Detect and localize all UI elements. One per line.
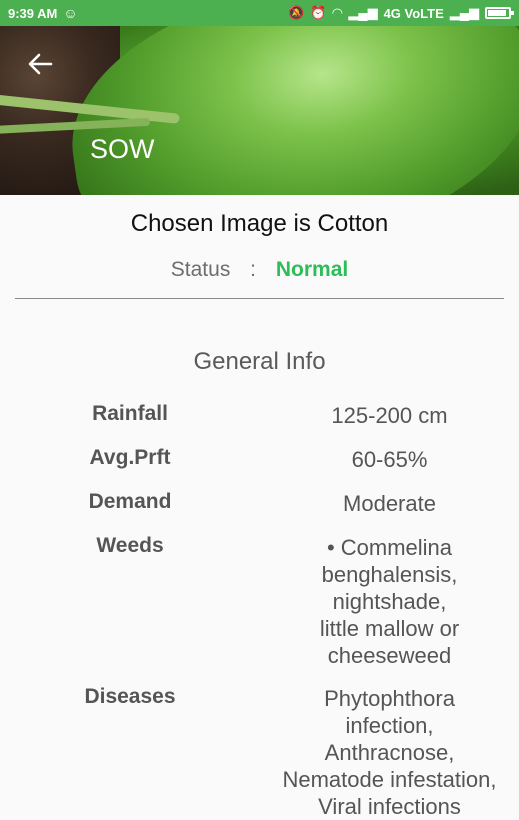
info-value-line: cheeseweed [327, 643, 452, 668]
wifi-icon: ◠ [332, 5, 343, 20]
alarm-icon: ⏰ [310, 5, 327, 20]
status-time: 9:39 AM [8, 5, 58, 21]
info-label: Avg.Prft [89, 446, 171, 469]
battery-icon [485, 7, 514, 19]
divider [15, 298, 504, 299]
info-value-line: Viral infections [318, 794, 461, 819]
info-value-line: nightshade, [332, 589, 447, 614]
header-image: SOW [0, 26, 519, 195]
status-value: Normal [275, 258, 349, 281]
arrow-left-icon [28, 53, 53, 75]
info-value-line: benghalensis, [321, 562, 458, 587]
info-value: • Commelina benghalensis, nightshade, li… [260, 534, 519, 669]
signal-icon: ▂▄▆ [348, 5, 378, 20]
status-label: Status [170, 258, 231, 281]
info-value-line: • Commelina [326, 535, 453, 560]
status-bar: 9:39 AM ☺ 🔕 ⏰ ◠ ▂▄▆ 4G VoLTE ▂▄▆ [0, 0, 519, 26]
signal-icon-2: ▂▄▆ [449, 5, 479, 20]
info-value-line: Phytophthora [324, 686, 455, 711]
back-button[interactable] [22, 48, 58, 80]
info-label: Weeds [96, 534, 164, 557]
info-value: Phytophthora infection, Anthracnose, Nem… [260, 685, 519, 820]
info-label: Demand [88, 490, 172, 513]
info-value-line: Nematode infestation, [282, 767, 497, 792]
notification-app-icon: ☺ [63, 5, 78, 21]
info-value-line: Anthracnose, [324, 740, 455, 765]
status-row: Status : Normal [0, 258, 519, 282]
info-value: 60-65% [351, 447, 428, 472]
info-value: 125-200 cm [331, 403, 448, 428]
info-value-line: little mallow or [319, 616, 460, 641]
general-info-heading: General Info [193, 348, 326, 375]
info-value-line: infection, [345, 713, 434, 738]
info-value: Moderate [343, 491, 436, 516]
page-title: SOW [90, 134, 155, 164]
status-icons: 🔕 ⏰ ◠ ▂▄▆ 4G VoLTE ▂▄▆ [287, 5, 514, 21]
mute-icon: 🔕 [287, 5, 305, 20]
network-label: 4G VoLTE [383, 5, 444, 21]
info-label: Rainfall [92, 402, 168, 425]
info-label: Diseases [84, 685, 176, 708]
chosen-image-text: Chosen Image is Cotton [130, 210, 389, 237]
status-separator: : [250, 258, 257, 281]
